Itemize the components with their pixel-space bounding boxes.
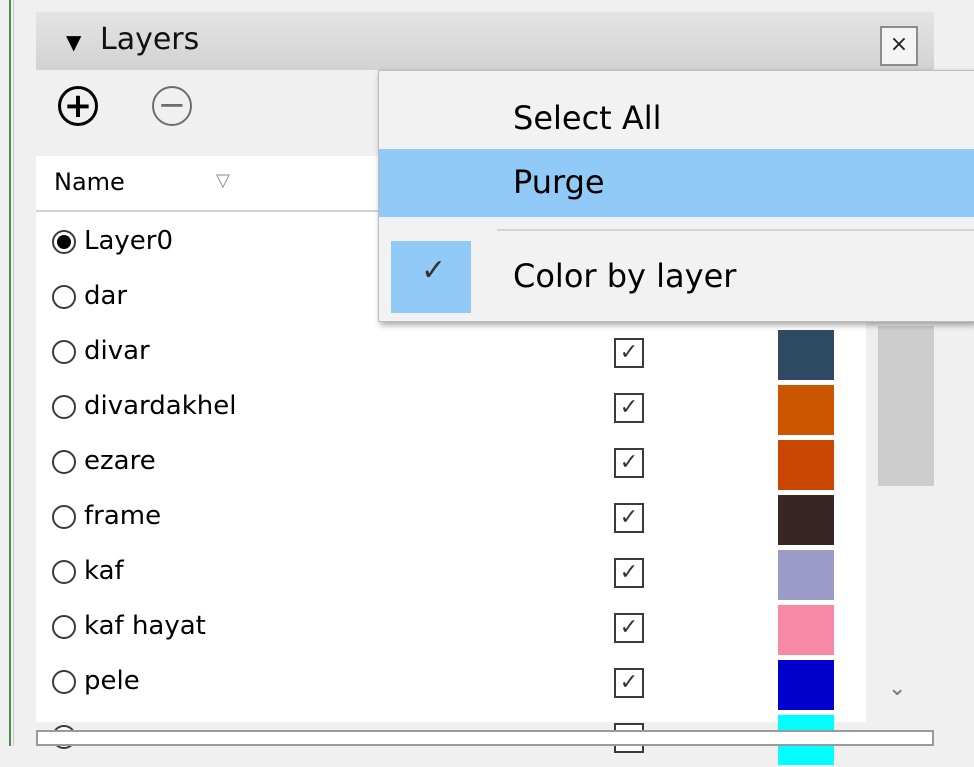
close-button[interactable]: × bbox=[880, 26, 918, 66]
active-layer-radio[interactable] bbox=[52, 230, 76, 254]
layer-color-swatch[interactable] bbox=[778, 495, 834, 545]
layer-name[interactable]: pele bbox=[84, 666, 140, 696]
panel-titlebar[interactable]: ▼ Layers × bbox=[36, 12, 934, 70]
layer-color-swatch[interactable] bbox=[778, 385, 834, 435]
scroll-down-arrow-icon[interactable]: ⌄ bbox=[888, 676, 906, 701]
layer-color-swatch[interactable] bbox=[778, 660, 834, 710]
layer-name[interactable]: frame bbox=[84, 501, 161, 531]
layer-name[interactable]: kaf hayat bbox=[84, 611, 206, 641]
remove-layer-button[interactable]: − bbox=[152, 86, 192, 126]
layer-name[interactable]: divar bbox=[84, 336, 150, 366]
layer-color-swatch[interactable] bbox=[778, 330, 834, 380]
layer-row[interactable]: kaf hayat ✓ bbox=[36, 603, 866, 657]
visibility-checkbox[interactable]: ✓ bbox=[614, 503, 644, 533]
active-layer-radio[interactable] bbox=[52, 285, 76, 309]
check-indicator: ✓ bbox=[391, 241, 471, 313]
layer-row[interactable]: divardakhel ✓ bbox=[36, 383, 866, 437]
menu-separator bbox=[497, 229, 974, 231]
menu-item-purge[interactable]: Purge bbox=[379, 149, 974, 217]
layer-row[interactable]: frame ✓ bbox=[36, 493, 866, 547]
layer-name[interactable]: divardakhel bbox=[84, 391, 236, 421]
layer-name[interactable]: ezare bbox=[84, 446, 156, 476]
menu-item-label: Purge bbox=[513, 163, 605, 201]
layer-name[interactable]: kaf bbox=[84, 556, 124, 586]
active-layer-radio[interactable] bbox=[52, 560, 76, 584]
plus-circle-icon: + bbox=[63, 86, 93, 126]
active-layer-radio[interactable] bbox=[52, 340, 76, 364]
minus-circle-icon: − bbox=[157, 85, 187, 125]
menu-item-color-by-layer[interactable]: ✓ Color by layer bbox=[379, 241, 974, 313]
active-layer-radio[interactable] bbox=[52, 615, 76, 639]
left-dock-edge bbox=[0, 0, 14, 746]
layer-name[interactable]: Layer0 bbox=[84, 226, 173, 256]
active-layer-radio[interactable] bbox=[52, 505, 76, 529]
layer-color-swatch[interactable] bbox=[778, 605, 834, 655]
menu-item-label: Color by layer bbox=[513, 257, 737, 295]
checkmark-icon: ✓ bbox=[421, 253, 447, 288]
visibility-checkbox[interactable]: ✓ bbox=[614, 338, 644, 368]
layer-row[interactable]: pele ✓ bbox=[36, 658, 866, 712]
layer-row[interactable]: kaf ✓ bbox=[36, 548, 866, 602]
visibility-checkbox[interactable]: ✓ bbox=[614, 393, 644, 423]
menu-item-label: Select All bbox=[513, 99, 662, 137]
layer-row[interactable]: divar ✓ bbox=[36, 328, 866, 382]
panel-title: Layers bbox=[100, 22, 200, 57]
visibility-checkbox[interactable]: ✓ bbox=[614, 448, 644, 478]
layer-color-swatch[interactable] bbox=[778, 440, 834, 490]
active-layer-radio[interactable] bbox=[52, 670, 76, 694]
layer-name[interactable]: dar bbox=[84, 281, 127, 311]
active-layer-radio[interactable] bbox=[52, 395, 76, 419]
visibility-checkbox[interactable]: ✓ bbox=[614, 558, 644, 588]
layer-color-swatch[interactable] bbox=[778, 550, 834, 600]
visibility-checkbox[interactable]: ✓ bbox=[614, 613, 644, 643]
scrollbar-thumb[interactable] bbox=[878, 326, 934, 486]
context-menu: Select All Purge ✓ Color by layer bbox=[378, 70, 974, 322]
bottom-panel-edge bbox=[36, 730, 934, 746]
menu-item-select-all[interactable]: Select All bbox=[379, 89, 974, 149]
triangle-down-icon[interactable]: ▼ bbox=[66, 30, 81, 54]
sort-indicator-icon[interactable]: ▽ bbox=[216, 170, 230, 191]
layer-row[interactable]: ezare ✓ bbox=[36, 438, 866, 492]
active-layer-radio[interactable] bbox=[52, 450, 76, 474]
add-layer-button[interactable]: + bbox=[58, 86, 98, 126]
column-header-name[interactable]: Name bbox=[54, 168, 125, 196]
visibility-checkbox[interactable]: ✓ bbox=[614, 668, 644, 698]
